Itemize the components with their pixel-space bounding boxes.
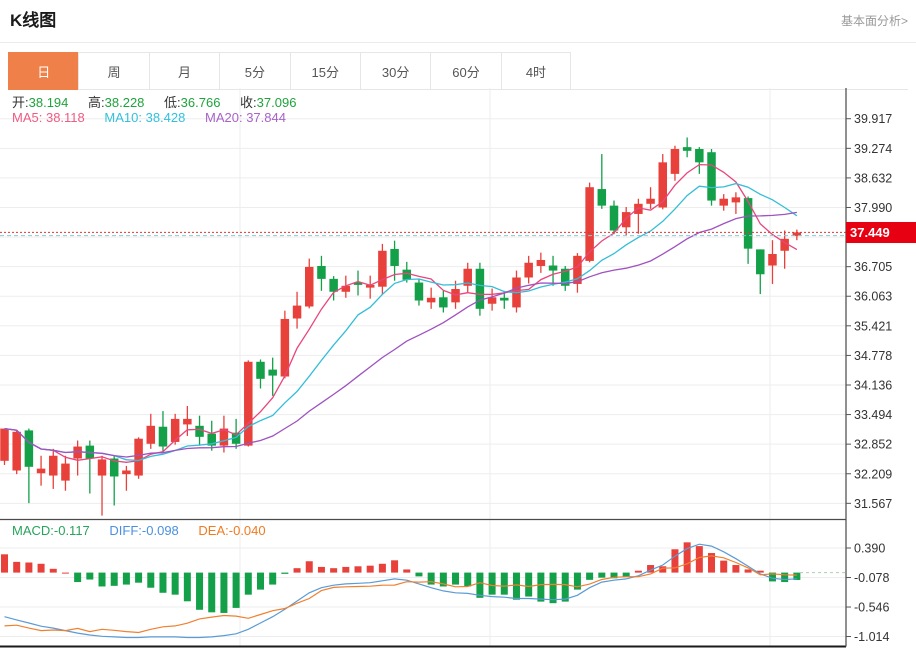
svg-text:35.421: 35.421 — [854, 319, 892, 333]
tab-4[interactable]: 15分 — [290, 52, 360, 90]
close-value: 37.096 — [257, 95, 297, 110]
svg-text:-0.078: -0.078 — [854, 571, 889, 585]
macd-value: -0.117 — [54, 523, 90, 538]
dea-value: -0.040 — [229, 523, 266, 538]
open-value: 38.194 — [29, 95, 69, 110]
kline-chart[interactable]: 39.917 39.274 38.632 37.990 36.705 36.063 35.4… — [0, 88, 916, 648]
svg-text:32.852: 32.852 — [854, 438, 892, 452]
svg-text:34.136: 34.136 — [854, 378, 892, 392]
ma5-value: 38.118 — [46, 110, 85, 125]
ma20-value: 37.844 — [246, 110, 286, 125]
frame — [0, 88, 846, 647]
y-axis-labels: 39.917 39.274 38.632 37.990 36.705 36.063 35.4… — [846, 112, 892, 644]
tab-5[interactable]: 30分 — [360, 52, 430, 90]
svg-text:36.705: 36.705 — [854, 260, 892, 274]
ma5-label: MA5: — [12, 110, 42, 125]
page-title: K线图 — [10, 6, 56, 31]
tab-7[interactable]: 4时 — [501, 52, 571, 90]
header-divider — [0, 42, 916, 43]
reference-lines — [0, 232, 846, 235]
diff-value: -0.098 — [142, 523, 179, 538]
tab-3[interactable]: 5分 — [219, 52, 289, 90]
ma20-line — [5, 212, 797, 457]
dea-line — [5, 556, 797, 633]
svg-text:0.390: 0.390 — [854, 542, 885, 556]
ma10-label: MA10: — [104, 110, 142, 125]
tab-2[interactable]: 月 — [149, 52, 219, 90]
diff-label: DIFF: — [109, 523, 142, 538]
ma5-line — [5, 165, 797, 463]
open-label: 开: — [12, 95, 29, 110]
svg-text:-1.014: -1.014 — [854, 630, 889, 644]
ma10-line — [5, 184, 797, 461]
kline-page: K线图 基本面分析> 日周月5分15分30分60分4时 开:38.194 高:3… — [0, 0, 916, 651]
ma-legend: MA5: 38.118 MA10: 38.428 MA20: 37.844 — [12, 110, 302, 125]
svg-text:36.063: 36.063 — [854, 290, 892, 304]
svg-text:39.274: 39.274 — [854, 142, 892, 156]
svg-text:34.778: 34.778 — [854, 349, 892, 363]
tab-6[interactable]: 60分 — [430, 52, 500, 90]
svg-text:31.567: 31.567 — [854, 497, 892, 511]
tab-0[interactable]: 日 — [8, 52, 78, 90]
tab-1[interactable]: 周 — [78, 52, 148, 90]
svg-text:38.632: 38.632 — [854, 171, 892, 185]
grid — [0, 88, 846, 647]
interval-tab-bar: 日周月5分15分30分60分4时 — [8, 52, 908, 90]
ohlc-legend: 开:38.194 高:38.228 低:36.766 收:37.096 — [12, 92, 312, 111]
dea-label: DEA: — [198, 523, 228, 538]
current-price-badge: 37.449 — [846, 222, 916, 243]
macd-lines — [5, 544, 847, 637]
ma20-label: MA20: — [205, 110, 243, 125]
macd-label: MACD: — [12, 523, 54, 538]
high-value: 38.228 — [105, 95, 145, 110]
close-label: 收: — [240, 95, 257, 110]
macd-legend: MACD:-0.117 DIFF:-0.098 DEA:-0.040 — [12, 523, 282, 538]
candles — [0, 137, 801, 515]
svg-text:33.494: 33.494 — [854, 408, 892, 422]
svg-text:37.990: 37.990 — [854, 201, 892, 215]
svg-text:32.209: 32.209 — [854, 467, 892, 481]
low-value: 36.766 — [181, 95, 221, 110]
svg-text:-0.546: -0.546 — [854, 601, 889, 615]
high-label: 高: — [88, 95, 105, 110]
ma10-value: 38.428 — [146, 110, 186, 125]
fundamental-analysis-link[interactable]: 基本面分析> — [841, 12, 908, 29]
low-label: 低: — [164, 95, 181, 110]
svg-text:39.917: 39.917 — [854, 112, 892, 126]
